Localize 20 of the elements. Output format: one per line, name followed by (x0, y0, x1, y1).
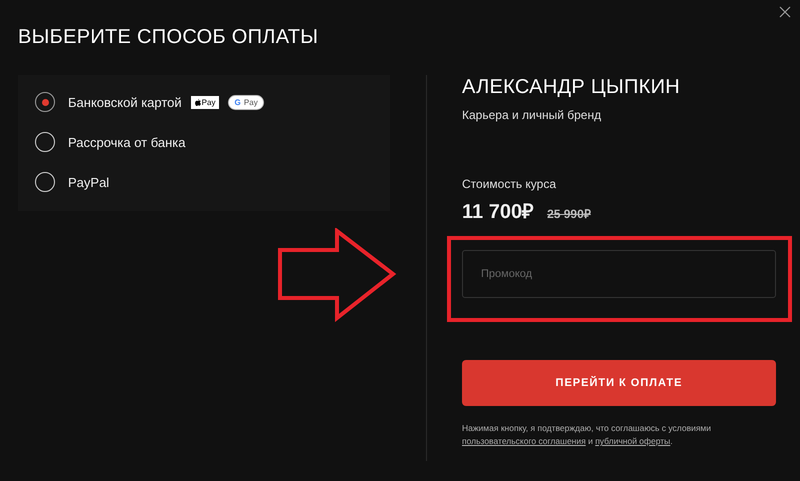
radio-button[interactable] (35, 132, 55, 152)
close-icon[interactable] (779, 6, 791, 18)
google-pay-badge: G Pay (228, 94, 264, 110)
user-agreement-link[interactable]: пользовательского соглашения (462, 436, 586, 446)
consent-text: Нажимая кнопку, я подтверждаю, что соглашаюсь с условиями пользовательского соглашения и публичной оферты. (462, 422, 712, 448)
dialog-title: ВЫБЕРИТЕ СПОСОБ ОПЛАТЫ (18, 26, 320, 50)
radio-button[interactable] (35, 172, 55, 192)
promo-code-field[interactable]: Промокод (462, 250, 776, 298)
old-price: 25 990₽ (547, 206, 591, 222)
course-name: Карьера и личный бренд (462, 108, 602, 122)
radio-button[interactable] (35, 92, 55, 112)
method-label[interactable]: Рассрочка от банка (68, 134, 186, 150)
price-label: Стоимость курса (462, 177, 558, 191)
apple-pay-badge: Pay (190, 96, 220, 108)
public-offer-link[interactable]: публичной оферты (595, 436, 670, 446)
price: 11 700₽ (462, 200, 534, 224)
pay-button[interactable]: ПЕРЕЙТИ К ОПЛАТЕ (462, 360, 776, 406)
method-label[interactable]: PayPal (68, 174, 110, 190)
author-name: АЛЕКСАНДР ЦЫПКИН (462, 76, 682, 99)
method-label[interactable]: Банковской картой (68, 94, 182, 110)
